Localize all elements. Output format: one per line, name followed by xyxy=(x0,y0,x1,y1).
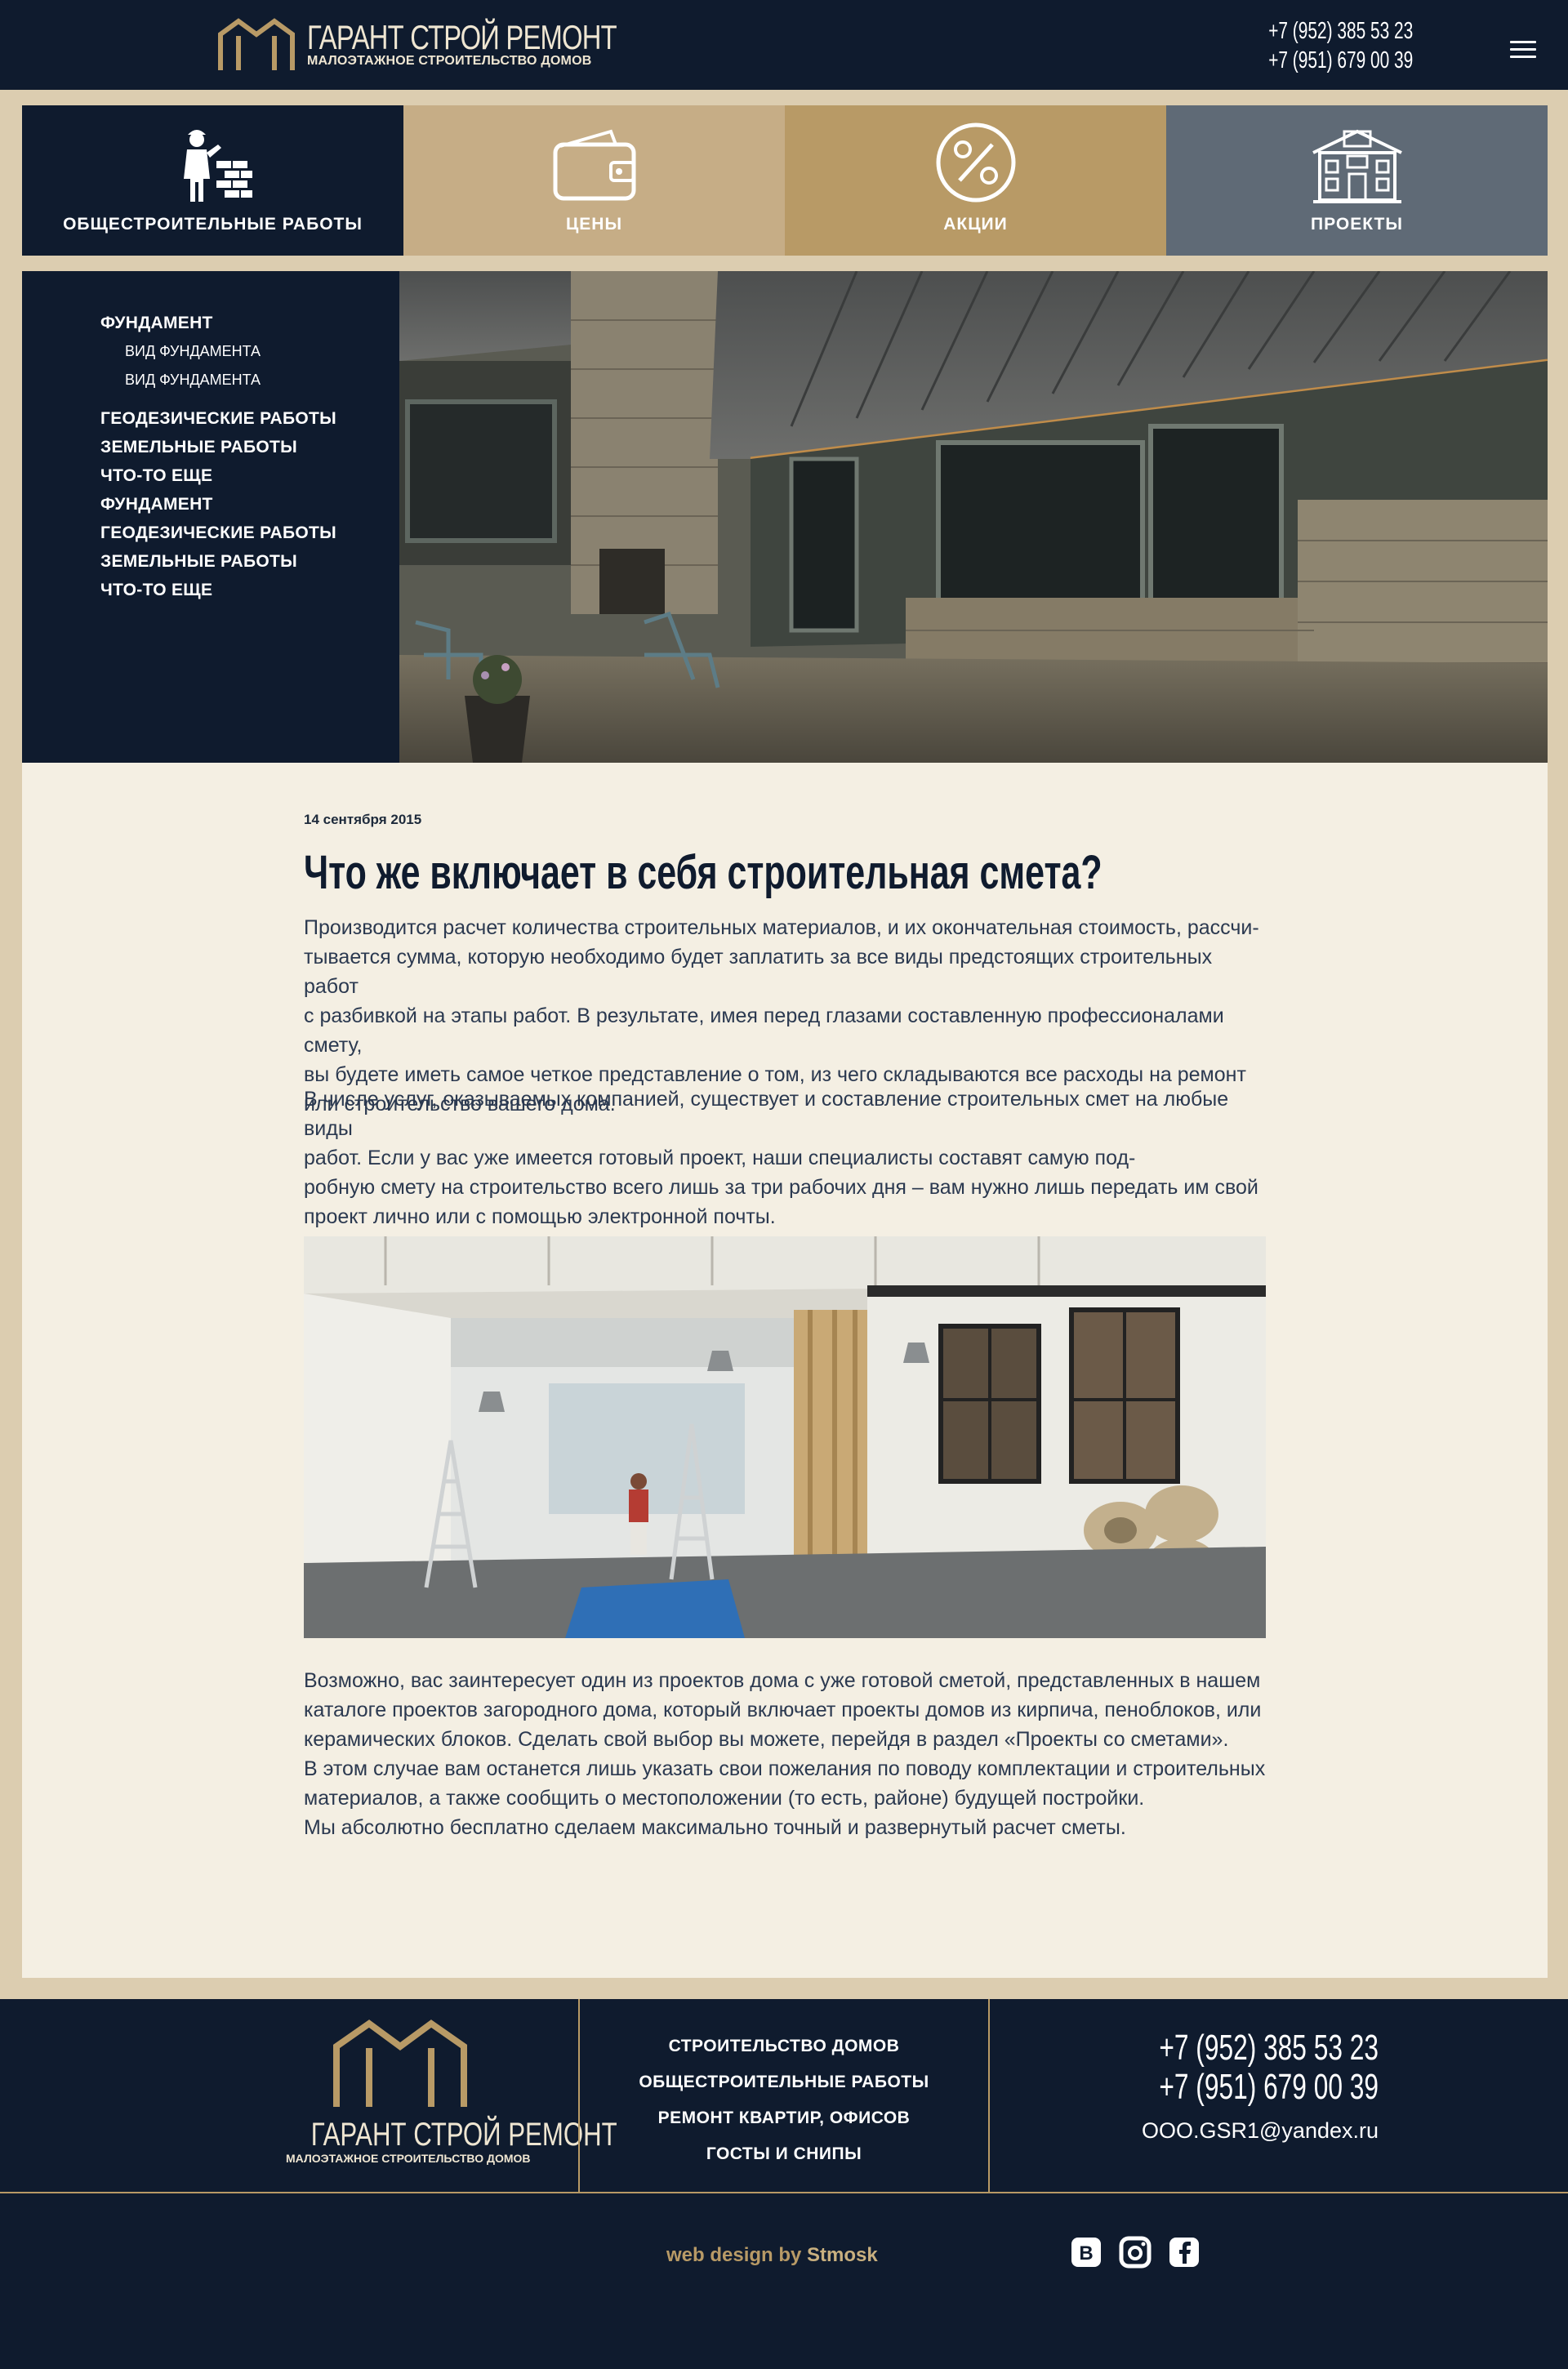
logo-title: ГАРАНТ СТРОЙ РЕМОНТ xyxy=(307,18,617,56)
article-date: 14 сентября 2015 xyxy=(304,812,422,827)
hamburger-menu-icon[interactable] xyxy=(1510,41,1536,60)
hero-section: ФУНДАМЕНТ ВИД ФУНДАМЕНТА ВИД ФУНДАМЕНТА … xyxy=(22,271,1548,763)
footer-logo[interactable]: ГАРАНТ СТРОЙ РЕМОНТ МАЛОЭТАЖНОЕ СТРОИТЕЛ… xyxy=(286,2015,617,2165)
footer-contacts: +7 (952) 385 53 23 +7 (951) 679 00 39 OO… xyxy=(990,2028,1379,2144)
hero-house-photo xyxy=(399,271,1548,763)
category-tiles: ОБЩЕСТРОИТЕЛЬНЫЕ РАБОТЫ ЦЕНЫ АКЦИИ ПРОЕК… xyxy=(22,105,1548,256)
article: 14 сентября 2015 Что же включает в себя … xyxy=(22,763,1548,1978)
house-icon xyxy=(1312,129,1402,203)
credit-name: Stmosk xyxy=(807,2244,878,2266)
article-title: Что же включает в себя строительная смет… xyxy=(304,846,1102,899)
header-phone-1[interactable]: +7 (952) 385 53 23 xyxy=(1268,16,1413,46)
tile-promotions[interactable]: АКЦИИ xyxy=(785,105,1166,256)
instagram-icon[interactable] xyxy=(1119,2236,1152,2269)
article-paragraph-3: Возможно, вас заинтересует один из проек… xyxy=(304,1669,1266,1839)
tile-projects[interactable]: ПРОЕКТЫ xyxy=(1166,105,1548,256)
footer-menu: СТРОИТЕЛЬСТВО ДОМОВ ОБЩЕСТРОИТЕЛЬНЫЕ РАБ… xyxy=(580,2028,988,2172)
side-menu-item-foundation[interactable]: ФУНДАМЕНТ xyxy=(100,309,399,337)
side-menu-subitem[interactable]: ВИД ФУНДАМЕНТА xyxy=(100,366,399,394)
article-renovation-photo xyxy=(304,1236,1266,1638)
svg-text:В: В xyxy=(1079,2242,1093,2264)
side-menu-item-geodetic-2[interactable]: ГЕОДЕЗИЧЕСКИЕ РАБОТЫ xyxy=(100,519,399,547)
builder-icon xyxy=(183,130,252,202)
side-menu-item-geodetic[interactable]: ГЕОДЕЗИЧЕСКИЕ РАБОТЫ xyxy=(100,404,399,433)
wallet-icon xyxy=(553,129,635,201)
footer-divider xyxy=(0,2192,1568,2193)
vk-icon[interactable]: В xyxy=(1070,2236,1102,2269)
percent-icon xyxy=(936,122,1015,203)
side-menu-subitem[interactable]: ВИД ФУНДАМЕНТА xyxy=(100,337,399,366)
tile-label: ЦЕНЫ xyxy=(565,215,623,234)
tile-label: АКЦИИ xyxy=(943,215,1008,234)
side-menu-item-other[interactable]: ЧТО-ТО ЕЩЕ xyxy=(100,461,399,490)
tile-prices[interactable]: ЦЕНЫ xyxy=(403,105,785,256)
site-logo[interactable]: ГАРАНТ СТРОЙ РЕМОНТ МАЛОЭТАЖНОЕ СТРОИТЕЛ… xyxy=(217,16,704,72)
side-menu-item-other-2[interactable]: ЧТО-ТО ЕЩЕ xyxy=(100,576,399,604)
side-menu: ФУНДАМЕНТ ВИД ФУНДАМЕНТА ВИД ФУНДАМЕНТА … xyxy=(22,271,399,763)
header-phone-2[interactable]: +7 (951) 679 00 39 xyxy=(1268,46,1413,75)
footer-link-general-works[interactable]: ОБЩЕСТРОИТЕЛЬНЫЕ РАБОТЫ xyxy=(580,2064,988,2100)
header-phones: +7 (952) 385 53 23 +7 (951) 679 00 39 xyxy=(1225,16,1413,75)
footer-email[interactable]: OOO.GSR1@yandex.ru xyxy=(990,2118,1379,2144)
side-menu-item-earthworks-2[interactable]: ЗЕМЕЛЬНЫЕ РАБОТЫ xyxy=(100,547,399,576)
house-logo-icon xyxy=(218,18,295,70)
tile-label: ПРОЕКТЫ xyxy=(1311,215,1403,234)
design-credit[interactable]: web design by Stmosk xyxy=(666,2244,878,2267)
footer-phone-1[interactable]: +7 (952) 385 53 23 xyxy=(1098,2028,1379,2068)
social-links: В xyxy=(1070,2236,1200,2269)
tile-general-construction[interactable]: ОБЩЕСТРОИТЕЛЬНЫЕ РАБОТЫ xyxy=(22,105,403,256)
site-footer: ГАРАНТ СТРОЙ РЕМОНТ МАЛОЭТАЖНОЕ СТРОИТЕЛ… xyxy=(0,1999,1568,2369)
article-paragraph-2: В числе услуг, оказываемых компанией, су… xyxy=(304,1088,1258,1228)
site-header: ГАРАНТ СТРОЙ РЕМОНТ МАЛОЭТАЖНОЕ СТРОИТЕЛ… xyxy=(0,0,1568,90)
house-logo-icon xyxy=(333,2019,467,2107)
side-menu-item-foundation-2[interactable]: ФУНДАМЕНТ xyxy=(100,490,399,519)
footer-phone-2[interactable]: +7 (951) 679 00 39 xyxy=(1098,2068,1379,2107)
facebook-icon[interactable] xyxy=(1168,2236,1200,2269)
footer-logo-title: ГАРАНТ СТРОЙ РЕМОНТ xyxy=(310,2117,617,2153)
side-menu-item-earthworks[interactable]: ЗЕМЕЛЬНЫЕ РАБОТЫ xyxy=(100,433,399,461)
footer-link-standards[interactable]: ГОСТЫ И СНИПЫ xyxy=(580,2136,988,2172)
footer-link-renovation[interactable]: РЕМОНТ КВАРТИР, ОФИСОВ xyxy=(580,2100,988,2136)
tile-label: ОБЩЕСТРОИТЕЛЬНЫЕ РАБОТЫ xyxy=(63,215,363,234)
credit-prefix: web design by xyxy=(666,2244,802,2266)
footer-logo-subtitle: МАЛОЭТАЖНОЕ СТРОИТЕЛЬСТВО ДОМОВ xyxy=(286,2152,531,2165)
footer-link-house-building[interactable]: СТРОИТЕЛЬСТВО ДОМОВ xyxy=(580,2028,988,2064)
